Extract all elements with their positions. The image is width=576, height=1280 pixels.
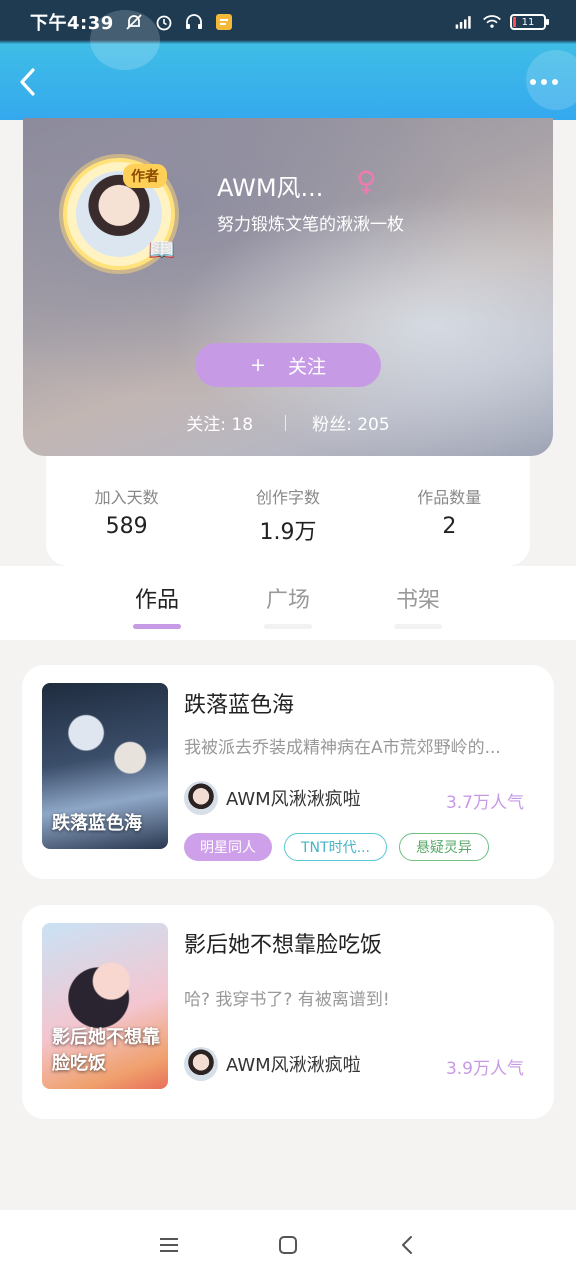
work-description: 我被派去乔装成精神病在A市荒郊野岭的...	[184, 738, 501, 758]
more-dot-icon	[541, 79, 547, 85]
tag[interactable]: 悬疑灵异	[398, 833, 489, 861]
follow-button-label: 关注	[287, 355, 326, 378]
author-name: AWM风湫湫疯啦	[226, 1055, 361, 1076]
alarm-icon	[154, 12, 174, 32]
status-icons-right: 11	[454, 12, 549, 32]
app-notification-icon	[214, 12, 234, 32]
tab-bar: 作品 广场 书架	[0, 566, 576, 640]
tab-works[interactable]: 作品	[127, 582, 187, 629]
nav-bar	[0, 44, 576, 120]
author-avatar	[184, 1047, 218, 1081]
work-description: 哈? 我穿书了? 有被离谱到!	[184, 990, 390, 1010]
wifi-icon	[482, 12, 502, 32]
popularity: 3.7万人气	[445, 793, 524, 813]
tag-list: 明星同人 TNT时代... 悬疑灵异	[184, 833, 489, 861]
profile-name: AWM风...	[217, 174, 324, 202]
tab-label: 广场	[265, 588, 310, 613]
author-name: AWM风湫湫疯啦	[226, 789, 361, 810]
status-bar: 下午4:39 11	[0, 0, 576, 44]
book-cover[interactable]: 跌落蓝色海	[42, 683, 168, 849]
following-count[interactable]: 关注: 18	[186, 410, 253, 435]
back-nav-button[interactable]	[387, 1225, 427, 1265]
follow-stats: 关注: 18 粉丝: 205	[23, 410, 553, 435]
divider	[285, 414, 287, 431]
book-cover[interactable]: 影后她不想靠脸吃饭	[42, 923, 168, 1089]
stat-value: 589	[105, 514, 148, 539]
stat-join-days: 加入天数 589	[57, 484, 197, 539]
stat-label: 加入天数	[94, 488, 159, 507]
work-title[interactable]: 跌落蓝色海	[184, 687, 294, 719]
status-icons-left	[124, 12, 234, 32]
cover-title: 影后她不想靠脸吃饭	[52, 1027, 160, 1074]
follow-button[interactable]: + 关注	[195, 343, 381, 387]
more-dot-icon	[552, 79, 558, 85]
stat-label: 创作字数	[255, 488, 320, 507]
tag[interactable]: 明星同人	[184, 833, 272, 861]
battery-indicator: 11	[510, 14, 549, 30]
mute-icon	[124, 12, 144, 32]
profile-card: 作者 📖 AWM风... ♀ 努力锻炼文笔的湫湫一枚 + 关注 关注: 18 粉…	[23, 118, 553, 456]
popularity: 3.9万人气	[445, 1059, 524, 1079]
tag[interactable]: TNT时代...	[284, 833, 387, 861]
system-nav-bar	[0, 1210, 576, 1280]
stats-card: 加入天数 589 创作字数 1.9万 作品数量 2	[46, 456, 530, 566]
tab-indicator	[394, 624, 442, 629]
tab-square[interactable]: 广场	[258, 582, 318, 629]
tab-indicator	[133, 624, 181, 629]
more-dot-icon	[530, 79, 536, 85]
battery-level: 11	[521, 16, 535, 28]
menu-button[interactable]	[149, 1225, 189, 1265]
work-card[interactable]: 影后她不想靠脸吃饭 影后她不想靠脸吃饭 哈? 我穿书了? 有被离谱到! AWM风…	[22, 905, 554, 1119]
book-icon: 📖	[148, 238, 176, 263]
home-square-icon	[278, 1236, 297, 1254]
stat-value: 1.9万	[259, 520, 317, 545]
menu-icon	[160, 1238, 179, 1252]
fans-count[interactable]: 粉丝: 205	[312, 410, 390, 435]
tab-indicator	[264, 624, 312, 629]
back-button[interactable]	[18, 62, 48, 102]
author-badge: 作者	[123, 164, 167, 188]
stat-value: 2	[442, 514, 457, 539]
more-options-button[interactable]	[518, 67, 558, 97]
tab-label: 作品	[134, 588, 179, 613]
work-author[interactable]: AWM风湫湫疯啦	[184, 1047, 361, 1081]
home-button[interactable]	[268, 1225, 308, 1265]
plus-icon: +	[250, 354, 266, 376]
tab-bookshelf[interactable]: 书架	[388, 582, 448, 629]
profile-bio: 努力锻炼文笔的湫湫一枚	[217, 215, 404, 235]
chevron-left-icon	[20, 68, 35, 96]
work-card[interactable]: 跌落蓝色海 跌落蓝色海 我被派去乔装成精神病在A市荒郊野岭的... AWM风湫湫…	[22, 665, 554, 879]
work-author[interactable]: AWM风湫湫疯啦	[184, 781, 361, 815]
stat-word-count: 创作字数 1.9万	[218, 484, 358, 546]
headphone-icon	[184, 12, 204, 32]
status-time: 下午4:39	[30, 13, 114, 34]
back-arrow-icon	[401, 1236, 412, 1254]
stat-work-count: 作品数量 2	[379, 484, 519, 539]
work-title[interactable]: 影后她不想靠脸吃饭	[184, 927, 382, 959]
cover-title: 跌落蓝色海	[52, 813, 142, 834]
stat-label: 作品数量	[417, 488, 482, 507]
female-icon: ♀	[356, 165, 377, 198]
author-avatar	[184, 781, 218, 815]
tab-label: 书架	[395, 588, 440, 613]
signal-icon	[454, 12, 474, 32]
